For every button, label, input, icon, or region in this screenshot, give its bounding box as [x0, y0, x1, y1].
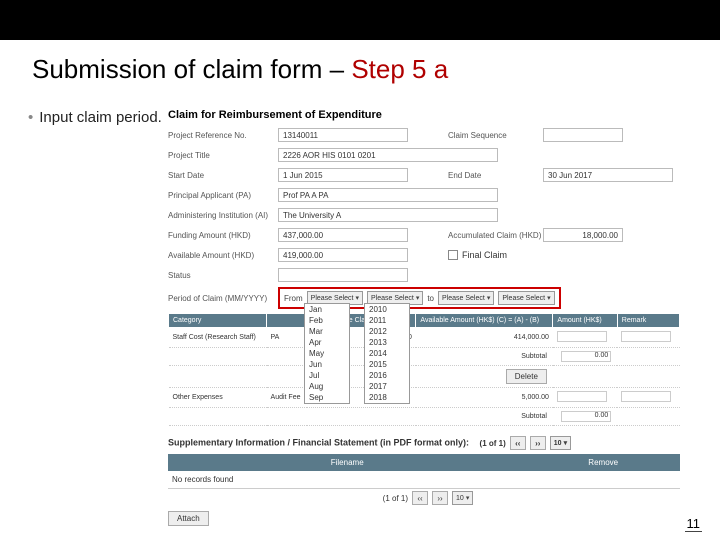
lbl-claim-seq: Claim Sequence — [448, 131, 543, 140]
lbl-poc: Period of Claim (MM/YYYY) — [168, 294, 278, 303]
th-blank — [267, 314, 307, 328]
bullet-column: •Input claim period. — [28, 109, 168, 526]
lbl-end-date: End Date — [448, 171, 543, 180]
claim-seq-input[interactable] — [543, 128, 623, 142]
lbl-ai: Administering Institution (AI) — [168, 211, 278, 220]
pager-top: (1 of 1) ‹‹ ›› 10 — [480, 436, 572, 450]
funding-amt-input[interactable]: 437,000.00 — [278, 228, 408, 242]
subtotal2-row: Subtotal 0.00 — [169, 408, 680, 426]
start-date-input[interactable]: 1 Jun 2015 — [278, 168, 408, 182]
lbl-to: to — [427, 294, 434, 303]
lbl-funding-amt: Funding Amount (HKD) — [168, 231, 278, 240]
lbl-start-date: Start Date — [168, 171, 278, 180]
lbl-accum-claim: Accumulated Claim (HKD) — [448, 231, 543, 240]
attach-button[interactable]: Attach — [168, 511, 209, 526]
lbl-project-ref: Project Reference No. — [168, 131, 278, 140]
table-row: No records found — [168, 471, 680, 489]
subtotal-row: Subtotal 0.00 — [169, 348, 680, 366]
title-black: Submission of claim form – — [32, 54, 351, 84]
subtotal2-value: 0.00 — [561, 411, 611, 422]
delete-row: Delete — [169, 366, 680, 388]
supp-title: Supplementary Information / Financial St… — [168, 436, 680, 450]
lbl-from: From — [284, 294, 303, 303]
remark-input[interactable] — [621, 331, 671, 342]
pager-size-select[interactable]: 10 — [452, 491, 473, 505]
bullet-dot: • — [28, 109, 39, 126]
form-screenshot: Claim for Reimbursement of Expenditure P… — [168, 109, 720, 526]
amount-input[interactable] — [557, 391, 607, 402]
th-filename: Filename — [168, 454, 526, 471]
pager-prev-icon[interactable]: ‹‹ — [412, 491, 428, 505]
lbl-final-claim: Final Claim — [462, 250, 507, 260]
end-date-input[interactable]: 30 Jun 2017 — [543, 168, 673, 182]
th-category: Category — [169, 314, 267, 328]
th-avail: Available Amount (HK$) (C) = (A) - (B) — [416, 314, 553, 328]
table-row: Other Expenses Audit Fee 5,000.00 — [169, 388, 680, 408]
month-dropdown[interactable]: Jan Feb Mar Apr May Jun Jul Aug Sep — [304, 303, 350, 404]
lbl-status: Status — [168, 271, 278, 280]
lbl-project-title: Project Title — [168, 151, 278, 160]
pager-bottom: (1 of 1) ‹‹ ›› 10 — [383, 491, 474, 505]
slide-title: Submission of claim form – Step 5 a — [0, 40, 720, 85]
to-month-select[interactable]: Please Select — [438, 291, 494, 305]
accum-claim-input[interactable]: 18,000.00 — [543, 228, 623, 242]
amount-input[interactable] — [557, 331, 607, 342]
status-input[interactable] — [278, 268, 408, 282]
title-red: Step 5 a — [351, 54, 448, 84]
ai-input[interactable]: The University A — [278, 208, 498, 222]
final-claim-checkbox[interactable] — [448, 250, 458, 260]
bullet-text: Input claim period. — [39, 109, 162, 126]
remark-input[interactable] — [621, 391, 671, 402]
delete-button[interactable]: Delete — [506, 369, 547, 384]
pager-size-select[interactable]: 10 — [550, 436, 571, 450]
project-ref-input[interactable]: 13140011 — [278, 128, 408, 142]
pager-prev-icon[interactable]: ‹‹ — [510, 436, 526, 450]
page-number: 11 — [685, 516, 703, 532]
subtotal-value: 0.00 — [561, 351, 611, 362]
avail-amt-input[interactable]: 419,000.00 — [278, 248, 408, 262]
pa-input[interactable]: Prof PA A PA — [278, 188, 498, 202]
project-title-input[interactable]: 2226 AOR HIS 0101 0201 — [278, 148, 498, 162]
top-black-bar — [0, 0, 720, 40]
lbl-avail-amt: Available Amount (HKD) — [168, 251, 278, 260]
to-year-select[interactable]: Please Select — [498, 291, 554, 305]
th-remove: Remove — [526, 454, 680, 471]
pager-next-icon[interactable]: ›› — [530, 436, 546, 450]
th-amount: Amount (HK$) — [553, 314, 617, 328]
table-row: Staff Cost (Research Staff) PA 18,000.00… — [169, 328, 680, 348]
year-dropdown[interactable]: 2010 2011 2012 2013 2014 2015 2016 2017 … — [364, 303, 410, 404]
form-title: Claim for Reimbursement of Expenditure — [168, 109, 680, 121]
attachments-table: Filename Remove No records found — [168, 454, 680, 489]
lbl-pa: Principal Applicant (PA) — [168, 191, 278, 200]
th-remark: Remark — [617, 314, 679, 328]
claim-table: Category Accumulative Claim (HK$) (B) Av… — [168, 313, 680, 426]
pager-next-icon[interactable]: ›› — [432, 491, 448, 505]
